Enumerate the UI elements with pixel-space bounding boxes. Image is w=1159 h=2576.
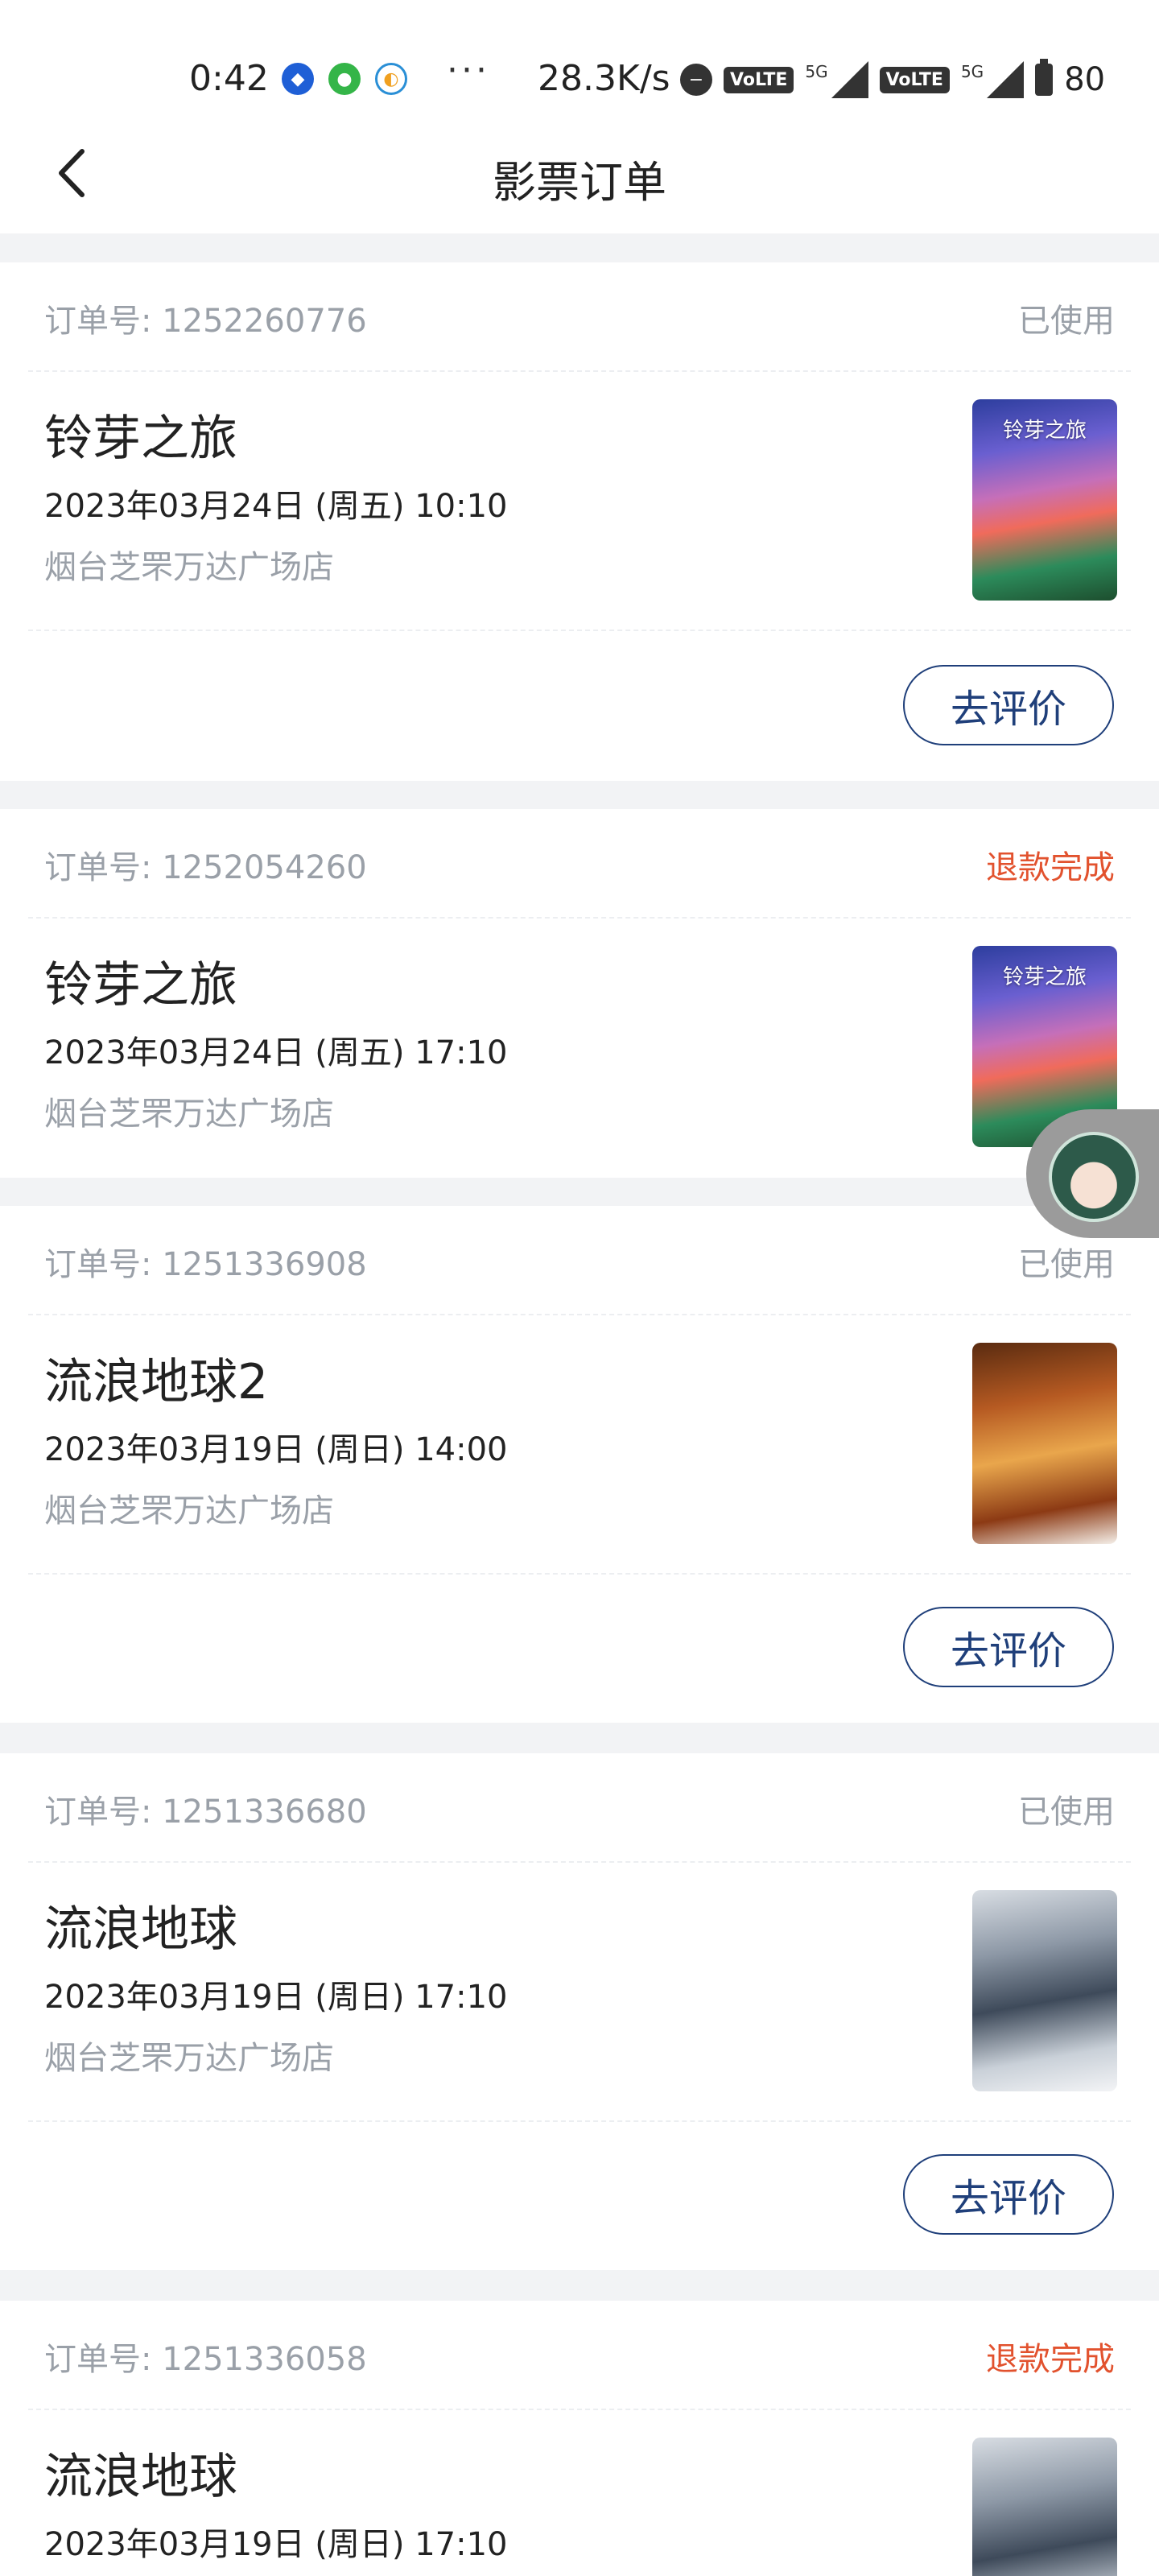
show-time: 2023年03月19日 (周日) 17:10: [44, 1979, 508, 2016]
shield-icon: ◆: [282, 63, 314, 95]
movie-title: 流浪地球: [44, 2449, 237, 2505]
movie-poster[interactable]: 铃芽之旅: [972, 399, 1117, 601]
poster-title: 铃芽之旅: [1002, 965, 1087, 989]
order-header: 订单号: 1252260776 已使用: [44, 295, 1115, 343]
movie-title: 铃芽之旅: [44, 957, 237, 1013]
battery-icon: [1035, 59, 1054, 96]
wechat-icon: ●: [328, 63, 361, 95]
battery-level: 80: [1064, 61, 1106, 98]
cinema-name: 烟台芝罘万达广场店: [44, 2040, 334, 2077]
status-app-icons: ◆ ● ◐: [282, 63, 407, 95]
cinema-name: 烟台芝罘万达广场店: [44, 549, 334, 586]
order-card[interactable]: 订单号: 1252260776 已使用 铃芽之旅 2023年03月24日 (周五…: [0, 262, 1159, 781]
status-right-icons: − VoLTE 5G VoLTE 5G 80: [680, 59, 1106, 98]
show-time: 2023年03月24日 (周五) 10:10: [44, 488, 508, 525]
show-time: 2023年03月19日 (周日) 17:10: [44, 2526, 508, 2563]
divider: [28, 2409, 1131, 2410]
order-number: 订单号: 1251336908: [44, 1246, 367, 1283]
order-status: 退款完成: [986, 2341, 1115, 2378]
more-notifications-icon: ···: [447, 50, 490, 91]
review-button[interactable]: 去评价: [903, 1607, 1114, 1687]
review-button[interactable]: 去评价: [903, 2154, 1114, 2235]
volte-badge-2: VoLTE: [879, 66, 950, 93]
divider: [28, 630, 1131, 631]
order-status: 已使用: [1018, 303, 1115, 340]
poster-title: 铃芽之旅: [1002, 419, 1087, 443]
divider: [28, 1314, 1131, 1315]
assistant-avatar-icon: [1049, 1132, 1139, 1222]
movie-title: 流浪地球: [44, 1901, 237, 1958]
signal-icon: [831, 61, 868, 98]
page-title: 影票订单: [493, 157, 666, 208]
order-header: 订单号: 1251336908 已使用: [44, 1238, 1115, 1286]
order-header: 订单号: 1251336058 退款完成: [44, 2333, 1115, 2381]
divider: [28, 917, 1131, 919]
volte-badge: VoLTE: [724, 66, 794, 93]
order-card[interactable]: 订单号: 1251336908 已使用 流浪地球2 2023年03月19日 (周…: [0, 1206, 1159, 1723]
order-status: 已使用: [1018, 1794, 1115, 1831]
order-status: 退款完成: [986, 849, 1115, 886]
network-type-2: 5G: [960, 62, 984, 81]
show-time: 2023年03月19日 (周日) 14:00: [44, 1431, 508, 1468]
review-button[interactable]: 去评价: [903, 665, 1114, 745]
divider: [28, 370, 1131, 372]
divider: [28, 1573, 1131, 1575]
order-number: 订单号: 1252054260: [44, 849, 367, 886]
divider: [28, 1861, 1131, 1863]
app-notification-icon: ◐: [375, 63, 407, 95]
divider: [28, 2120, 1131, 2122]
movie-title: 流浪地球2: [44, 1354, 269, 1410]
do-not-disturb-icon: −: [680, 64, 712, 96]
network-type: 5G: [805, 62, 828, 81]
order-number: 订单号: 1251336058: [44, 2341, 367, 2378]
movie-poster[interactable]: [972, 1890, 1117, 2091]
network-speed: 28.3K/s: [538, 58, 670, 99]
show-time: 2023年03月24日 (周五) 17:10: [44, 1034, 508, 1071]
movie-poster[interactable]: [972, 1343, 1117, 1544]
cinema-name: 烟台芝罘万达广场店: [44, 1492, 334, 1530]
order-header: 订单号: 1252054260 退款完成: [44, 841, 1115, 890]
movie-title: 铃芽之旅: [44, 411, 237, 467]
assistant-button[interactable]: [1026, 1109, 1159, 1238]
nav-header: 影票订单: [0, 113, 1159, 233]
order-card[interactable]: 订单号: 1251336058 退款完成 流浪地球 2023年03月19日 (周…: [0, 2301, 1159, 2576]
order-number: 订单号: 1252260776: [44, 303, 367, 340]
order-card[interactable]: 订单号: 1251336680 已使用 流浪地球 2023年03月19日 (周日…: [0, 1753, 1159, 2270]
status-time: 0:42: [189, 58, 269, 99]
order-status: 已使用: [1018, 1246, 1115, 1283]
cinema-name: 烟台芝罘万达广场店: [44, 1096, 334, 1133]
order-header: 订单号: 1251336680 已使用: [44, 1785, 1115, 1834]
movie-poster[interactable]: [972, 2438, 1117, 2576]
order-card[interactable]: 订单号: 1252054260 退款完成 铃芽之旅 2023年03月24日 (周…: [0, 809, 1159, 1178]
order-number: 订单号: 1251336680: [44, 1794, 367, 1831]
signal-icon-2: [987, 61, 1025, 98]
